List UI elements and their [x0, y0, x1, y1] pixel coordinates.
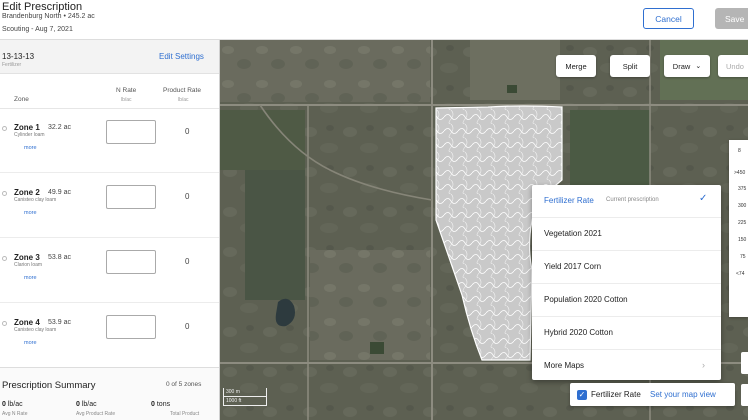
menu-item-label: Fertilizer Rate — [544, 196, 594, 205]
legend-label: 8 — [738, 148, 741, 154]
product-rate-value: 0 — [185, 192, 190, 201]
product-rate-value: 0 — [185, 257, 190, 266]
scale-imperial: 1000 ft — [223, 397, 267, 406]
column-header-n-rate: N Rate — [116, 87, 137, 94]
chevron-right-icon: › — [702, 360, 705, 370]
legend-label: 150 — [738, 237, 747, 243]
column-unit-product-rate: lb/ac — [178, 97, 189, 103]
edit-settings-link[interactable]: Edit Settings — [159, 52, 204, 61]
menu-item-label: Hybrid 2020 Cotton — [544, 328, 613, 337]
merge-button[interactable]: Merge — [556, 55, 596, 77]
n-rate-input[interactable] — [106, 315, 156, 339]
column-header-zone: Zone — [14, 96, 29, 103]
menu-item-label: More Maps — [544, 361, 585, 370]
map-scale: 300 m 1000 ft — [223, 388, 267, 406]
scale-metric: 300 m — [223, 388, 267, 397]
cancel-button[interactable]: Cancel — [643, 8, 694, 29]
field-info: Brandenburg North • 245.2 ac — [2, 13, 95, 20]
zone-row[interactable]: Zone 4 53.9 ac Canisteo clay loam more 0 — [0, 304, 219, 368]
draw-button[interactable]: Draw ⌄ — [664, 55, 710, 77]
save-button[interactable]: Save — [715, 8, 748, 29]
zone-row[interactable]: Zone 3 53.8 ac Clarion loam more 0 — [0, 239, 219, 303]
split-button[interactable]: Split — [610, 55, 650, 77]
zone-acres: 53.8 ac — [48, 254, 71, 261]
prescription-summary: Prescription Summary 0 of 5 zones 0 lb/a… — [0, 367, 219, 420]
fertilizer-rate-checkbox[interactable]: ✓ — [577, 390, 587, 400]
prescription-panel: 13-13-13 Fertilizer Edit Settings Zone N… — [0, 40, 220, 420]
header-bar: Edit Prescription Brandenburg North • 24… — [0, 0, 748, 40]
zone-more-link[interactable]: more — [24, 340, 37, 346]
zone-soil: Canisteo clay loam — [14, 327, 57, 333]
scouting-date: Scouting - Aug 7, 2021 — [2, 26, 73, 33]
n-rate-input[interactable] — [106, 250, 156, 274]
checkmark-icon: ✓ — [699, 193, 708, 204]
legend-label: 75 — [740, 254, 746, 260]
zone-radio[interactable] — [2, 126, 7, 131]
zone-name: Zone 3 — [14, 253, 40, 262]
zone-row[interactable]: Zone 1 32.2 ac Cylinder loam more 0 — [0, 109, 219, 173]
map-view[interactable]: Merge Split Draw ⌄ Undo 8 >450 375 300 2… — [220, 40, 748, 420]
avg-product-rate-label: Avg Product Rate — [76, 411, 116, 417]
avg-n-rate: 0 lb/ac — [2, 401, 23, 408]
side-panel-tab[interactable] — [741, 352, 748, 374]
zone-acres: 32.2 ac — [48, 124, 71, 131]
product-rate-value: 0 — [185, 322, 190, 331]
menu-item-hybrid[interactable]: Hybrid 2020 Cotton — [532, 317, 721, 350]
zone-acres: 53.9 ac — [48, 319, 71, 326]
set-map-view-link[interactable]: Set your map view — [650, 390, 716, 399]
zone-name: Zone 1 — [14, 123, 40, 132]
rate-legend: 8 >450 375 300 225 150 75 <74 — [729, 140, 748, 317]
legend-label: 300 — [738, 203, 747, 209]
legend-label: 225 — [738, 220, 747, 226]
legend-label: 375 — [738, 186, 747, 192]
total-product: 0 tons — [151, 401, 171, 408]
zone-radio[interactable] — [2, 321, 7, 326]
zone-name: Zone 2 — [14, 188, 40, 197]
legend-label: <74 — [736, 271, 745, 277]
zone-soil: Clarion loam — [14, 262, 43, 268]
side-panel-tab[interactable] — [741, 384, 748, 406]
zone-name: Zone 4 — [14, 318, 40, 327]
menu-item-population[interactable]: Population 2020 Cotton — [532, 284, 721, 317]
menu-item-more-maps[interactable]: More Maps › — [532, 350, 721, 383]
n-rate-input[interactable] — [106, 120, 156, 144]
product-rate-value: 0 — [185, 127, 190, 136]
total-product-label: Total Product — [170, 411, 200, 417]
product-header: 13-13-13 Fertilizer Edit Settings — [0, 40, 219, 74]
zone-soil: Cylinder loam — [14, 132, 45, 138]
summary-zone-count: 0 of 5 zones — [166, 381, 202, 388]
zone-more-link[interactable]: more — [24, 275, 37, 281]
map-layer-menu: Fertilizer Rate Current prescription ✓ V… — [532, 185, 721, 380]
column-unit-n-rate: lb/ac — [121, 97, 132, 103]
layer-toggle-bar: ✓ Fertilizer Rate Set your map view — [570, 383, 735, 406]
page-title: Edit Prescription — [2, 1, 83, 13]
avg-n-rate-label: Avg N Rate — [2, 411, 28, 417]
draw-label: Draw — [672, 61, 691, 71]
zone-radio[interactable] — [2, 256, 7, 261]
zone-radio[interactable] — [2, 191, 7, 196]
menu-item-label: Yield 2017 Corn — [544, 262, 602, 271]
zone-soil: Canisteo clay loam — [14, 197, 57, 203]
menu-item-label: Vegetation 2021 — [544, 229, 602, 238]
column-header-product-rate: Product Rate — [163, 87, 201, 94]
menu-item-vegetation[interactable]: Vegetation 2021 — [532, 218, 721, 251]
menu-item-label: Population 2020 Cotton — [544, 295, 628, 304]
menu-item-sublabel: Current prescription — [606, 197, 659, 203]
chevron-down-icon: ⌄ — [695, 63, 702, 70]
undo-button[interactable]: Undo — [718, 55, 748, 77]
product-name: 13-13-13 — [2, 52, 35, 61]
zone-acres: 49.9 ac — [48, 189, 71, 196]
summary-title: Prescription Summary — [2, 380, 96, 391]
zone-more-link[interactable]: more — [24, 210, 37, 216]
zone-more-link[interactable]: more — [24, 145, 37, 151]
avg-product-rate: 0 lb/ac — [76, 401, 97, 408]
n-rate-input[interactable] — [106, 185, 156, 209]
menu-item-fertilizer-rate[interactable]: Fertilizer Rate Current prescription ✓ — [532, 185, 721, 218]
layer-label: Fertilizer Rate — [591, 390, 641, 399]
legend-label: >450 — [734, 170, 746, 176]
menu-item-yield[interactable]: Yield 2017 Corn — [532, 251, 721, 284]
zone-row[interactable]: Zone 2 49.9 ac Canisteo clay loam more 0 — [0, 174, 219, 238]
product-type: Fertilizer — [2, 62, 22, 68]
